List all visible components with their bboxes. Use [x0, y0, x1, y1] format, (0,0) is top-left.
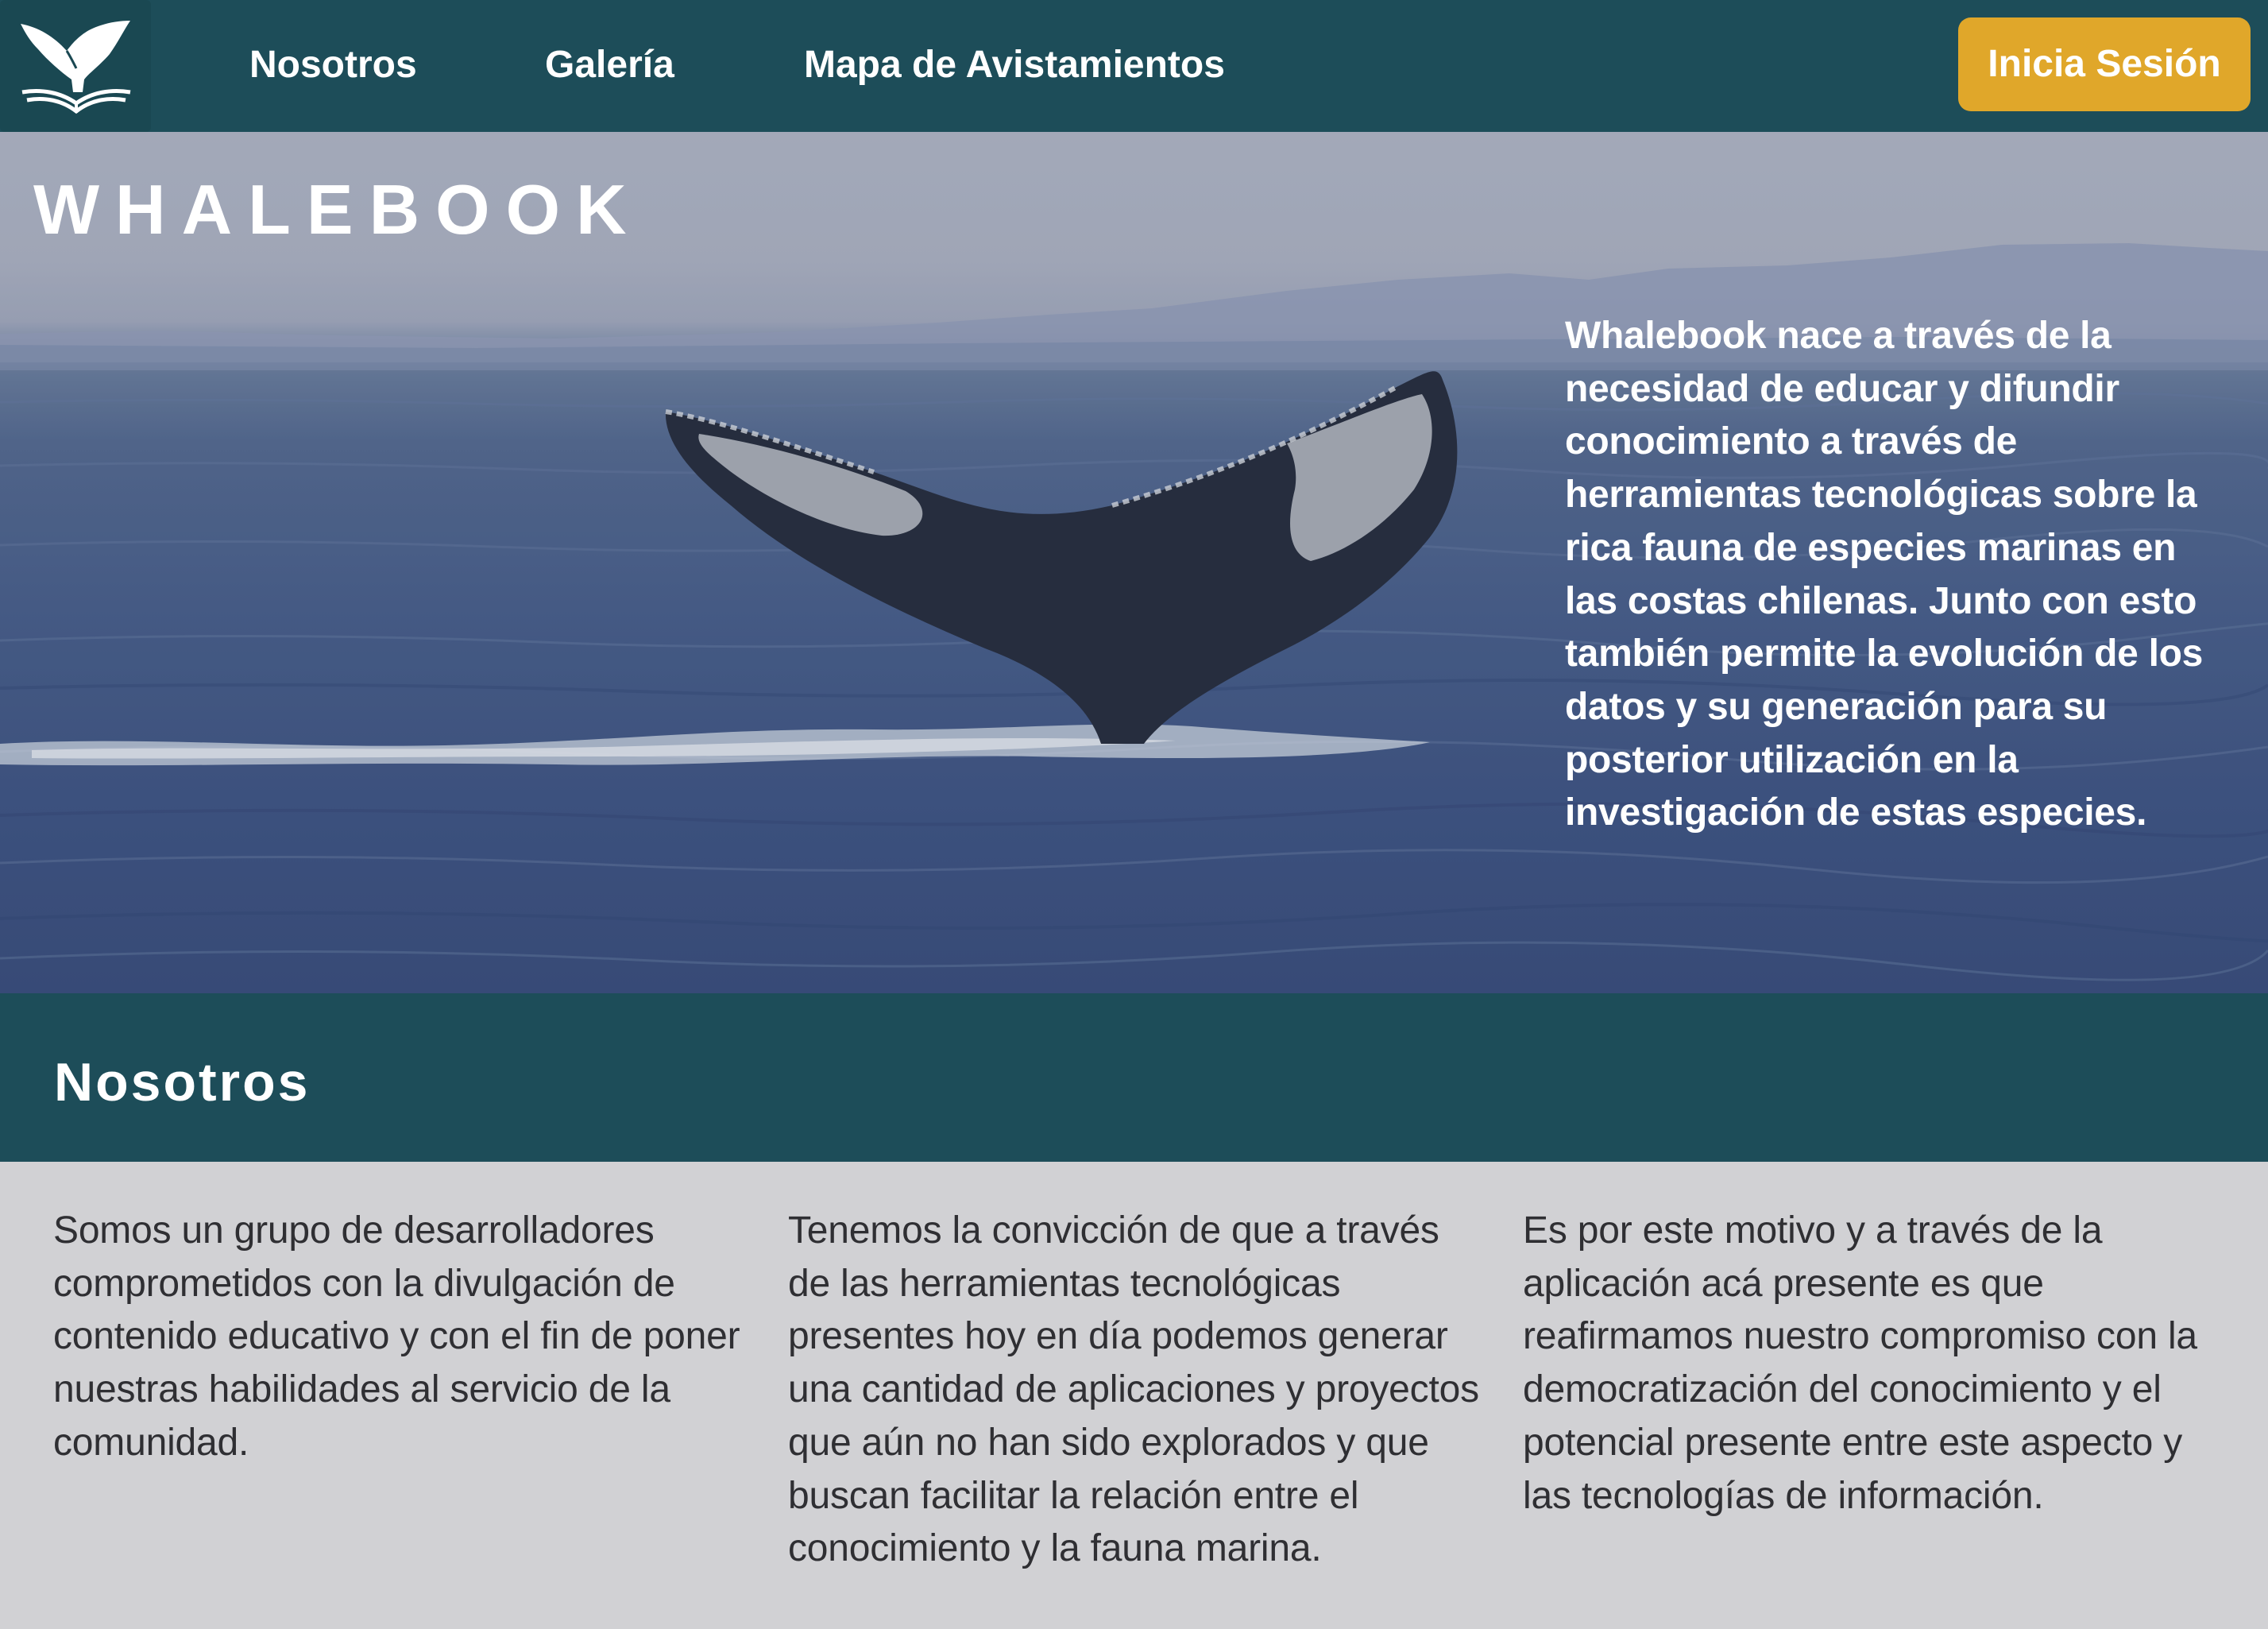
brand-title: WHALEBOOK	[33, 170, 643, 249]
top-navbar: Nosotros Galería Mapa de Avistamientos I…	[0, 0, 2268, 132]
login-button[interactable]: Inicia Sesión	[1958, 17, 2251, 111]
section-title: Nosotros	[54, 1052, 311, 1112]
about-column-1: Somos un grupo de desarrolladores compro…	[53, 1209, 740, 1464]
hero-description: Whalebook nace a través de la necesidad …	[1565, 315, 2204, 834]
about-column-3: Es por este motivo y a través de la apli…	[1523, 1209, 2197, 1517]
whale-tail-book-icon	[21, 21, 131, 114]
about-section-header: Nosotros	[0, 993, 2268, 1162]
logo[interactable]	[0, 0, 151, 132]
about-column-2: Tenemos la convicción de que a través de…	[788, 1209, 1479, 1570]
nav-link-mapa-avistamientos[interactable]: Mapa de Avistamientos	[804, 40, 1225, 91]
about-content: Somos un grupo de desarrolladores compro…	[0, 1162, 2268, 1629]
nav-link-nosotros[interactable]: Nosotros	[249, 40, 417, 91]
nav-link-galeria[interactable]: Galería	[545, 40, 674, 91]
hero-banner: WHALEBOOK Whalebook nace a través de la …	[0, 132, 2268, 993]
